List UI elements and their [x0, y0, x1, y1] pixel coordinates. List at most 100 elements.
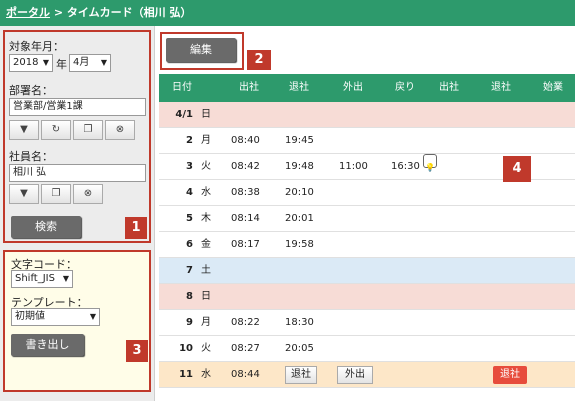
- col-start: 始業: [543, 82, 563, 93]
- cell-in: 08:40: [231, 135, 260, 146]
- table-row[interactable]: 10 火 08:27 20:05: [159, 336, 575, 362]
- year-unit-label: 年: [56, 58, 67, 71]
- go-out-button[interactable]: 外出: [337, 366, 373, 384]
- breadcrumb-separator: >: [50, 6, 67, 19]
- cell-out: 19:58: [285, 239, 314, 250]
- cell-out: 20:01: [285, 213, 314, 224]
- cell-date: 7: [186, 265, 193, 276]
- cell-out: 20:05: [285, 343, 314, 354]
- close-icon: ⊗: [83, 188, 93, 199]
- chevron-down-icon: ▼: [20, 188, 28, 199]
- memo-icon[interactable]: 💡: [423, 154, 437, 172]
- search-panel: 対象年月： 2018 ▼ 年 4月 ▼ 部署名： 営業部/営業1課 ▼ ↻ ❐ ⊗ …: [3, 30, 151, 243]
- cell-date: 5: [186, 213, 193, 224]
- timecard-table: 日付 出社 退社 外出 戻り 出社 退社 始業 4/1 日 2 月 08:40 19:45…: [159, 74, 575, 388]
- refresh-icon: ↻: [51, 124, 61, 135]
- cell-in: 08:42: [231, 161, 260, 172]
- cell-date: 10: [179, 343, 193, 354]
- table-row[interactable]: 6 金 08:17 19:58: [159, 232, 575, 258]
- cell-wd: 月: [201, 317, 211, 328]
- cell-wd: 水: [201, 369, 211, 380]
- dept-copy-button[interactable]: ❐: [73, 120, 103, 140]
- cell-date: 8: [186, 291, 193, 302]
- marker-badge-2: 2: [247, 50, 271, 70]
- close-icon: ⊗: [115, 124, 125, 135]
- marker-badge-4: 4: [503, 156, 531, 182]
- leave-button[interactable]: 退社: [285, 366, 317, 384]
- employee-copy-button[interactable]: ❐: [41, 184, 71, 204]
- cell-in: 08:14: [231, 213, 260, 224]
- employee-field[interactable]: 相川 弘: [9, 164, 146, 182]
- period-label: 対象年月：: [9, 40, 64, 53]
- cell-back: 16:30: [391, 161, 420, 172]
- col-clock-in: 出社: [239, 82, 259, 93]
- cell-out: 20:10: [285, 187, 314, 198]
- edit-marker-box: 編集: [160, 32, 244, 70]
- col-clock-out: 退社: [289, 82, 309, 93]
- cell-in: 08:22: [231, 317, 260, 328]
- table-row[interactable]: 4/1 日: [159, 102, 575, 128]
- cell-date: 4/1: [175, 109, 193, 120]
- cell-date: 11: [179, 369, 193, 380]
- marker-badge-3: 3: [126, 340, 148, 362]
- marker-badge-1: 1: [125, 217, 147, 239]
- dept-refresh-button[interactable]: ↻: [41, 120, 71, 140]
- sidebar: 対象年月： 2018 ▼ 年 4月 ▼ 部署名： 営業部/営業1課 ▼ ↻ ❐ ⊗ …: [0, 26, 155, 401]
- cell-date: 2: [186, 135, 193, 146]
- col-clock-in-2: 出社: [439, 82, 459, 93]
- cell-wd: 火: [201, 161, 211, 172]
- cell-wd: 火: [201, 343, 211, 354]
- col-clock-out-2: 退社: [491, 82, 511, 93]
- dept-dropdown-button[interactable]: ▼: [9, 120, 39, 140]
- month-select[interactable]: 4月 ▼: [69, 54, 111, 72]
- cell-wd: 日: [201, 109, 211, 120]
- cell-date: 4: [186, 187, 193, 198]
- search-button[interactable]: 検索: [11, 216, 81, 238]
- employee-clear-button[interactable]: ⊗: [73, 184, 103, 204]
- employee-dropdown-button[interactable]: ▼: [9, 184, 39, 204]
- cell-date: 6: [186, 239, 193, 250]
- export-panel: 文字コード： Shift_JIS ▼ テンプレート： 初期値 ▼ 書き出し 3: [3, 250, 151, 392]
- table-row[interactable]: 4 水 08:38 20:10: [159, 180, 575, 206]
- dept-label: 部署名：: [9, 84, 53, 97]
- cell-in: 08:38: [231, 187, 260, 198]
- template-value: 初期値: [15, 311, 45, 322]
- template-select[interactable]: 初期値 ▼: [11, 308, 100, 326]
- cell-in: 08:44: [231, 369, 260, 380]
- month-value: 4月: [73, 57, 90, 68]
- table-row[interactable]: 11 水 08:44 退社 外出 退社: [159, 362, 575, 388]
- year-select[interactable]: 2018 ▼: [9, 54, 53, 72]
- copy-icon: ❐: [83, 124, 93, 135]
- dept-clear-button[interactable]: ⊗: [105, 120, 135, 140]
- encoding-select[interactable]: Shift_JIS ▼: [11, 270, 73, 288]
- cell-wd: 土: [201, 265, 211, 276]
- employee-label: 社員名：: [9, 150, 53, 163]
- table-row[interactable]: 8日: [159, 284, 575, 310]
- cell-go: 11:00: [339, 161, 368, 172]
- title-bar: ポータル > タイムカード（相川 弘）: [0, 0, 575, 26]
- chevron-down-icon: ▼: [20, 124, 28, 135]
- col-date: 日付: [172, 82, 192, 93]
- dept-field[interactable]: 営業部/営業1課: [9, 98, 146, 116]
- chevron-down-icon: ▼: [100, 58, 107, 67]
- cell-wd: 水: [201, 187, 211, 198]
- cell-out: 19:45: [285, 135, 314, 146]
- table-row[interactable]: 2 月 08:40 19:45: [159, 128, 575, 154]
- export-button[interactable]: 書き出し: [11, 334, 84, 356]
- chevron-down-icon: ▼: [42, 58, 49, 67]
- cell-out: 18:30: [285, 317, 314, 328]
- col-go-out: 外出: [343, 82, 363, 93]
- cell-wd: 日: [201, 291, 211, 302]
- table-row[interactable]: 5 木 08:14 20:01: [159, 206, 575, 232]
- cell-wd: 木: [201, 213, 211, 224]
- table-body: 4/1 日 2 月 08:40 19:45 3 火 08:42 19:48 11:00 16:30 💡 4…: [159, 102, 575, 388]
- col-return: 戻り: [395, 82, 415, 93]
- leave-button-red[interactable]: 退社: [493, 366, 527, 384]
- chevron-down-icon: ▼: [62, 274, 69, 283]
- year-value: 2018: [13, 57, 39, 68]
- table-row[interactable]: 7土: [159, 258, 575, 284]
- cell-wd: 月: [201, 135, 211, 146]
- edit-button[interactable]: 編集: [166, 38, 236, 62]
- portal-link[interactable]: ポータル: [6, 6, 50, 19]
- table-row[interactable]: 9 月 08:22 18:30: [159, 310, 575, 336]
